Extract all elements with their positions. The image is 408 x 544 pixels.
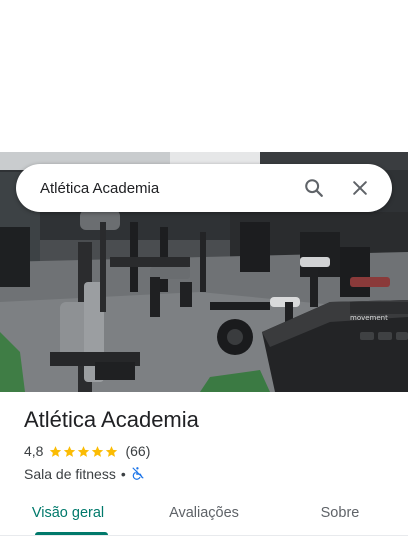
place-category: Sala de fitness (24, 466, 116, 482)
tab-label: Visão geral (31, 505, 105, 521)
tab-reviews[interactable]: Avaliações (136, 493, 272, 535)
search-query[interactable]: Atlética Academia (40, 180, 288, 197)
star-icon (64, 445, 76, 457)
place-tabs: Visão geral Avaliações Sobre (0, 493, 408, 535)
search-icon[interactable] (294, 168, 334, 208)
place-info: Atlética Academia 4,8 (66) Sala de fitne… (24, 405, 394, 484)
category-row: Sala de fitness • (24, 464, 394, 484)
star-icon (78, 445, 90, 457)
separator-dot: • (120, 466, 126, 482)
tabs-divider (0, 535, 408, 536)
wheelchair-inaccessible-icon[interactable] (131, 466, 145, 483)
tab-label: Avaliações (169, 505, 239, 521)
place-title: Atlética Academia (24, 407, 199, 432)
blank-area (0, 0, 408, 152)
tab-overview[interactable]: Visão geral (0, 493, 136, 535)
star-icon (50, 445, 62, 457)
review-count[interactable]: (66) (125, 443, 150, 459)
star-icon (106, 445, 118, 457)
star-rating (49, 445, 119, 458)
close-icon[interactable] (340, 168, 380, 208)
rating-row[interactable]: 4,8 (66) (24, 441, 394, 461)
svg-text:movement: movement (350, 314, 388, 322)
search-bar[interactable]: Atlética Academia (16, 164, 392, 212)
star-icon (92, 445, 104, 457)
rating-value: 4,8 (24, 443, 44, 459)
tab-label: Sobre (320, 505, 360, 521)
tab-about[interactable]: Sobre (272, 493, 408, 535)
